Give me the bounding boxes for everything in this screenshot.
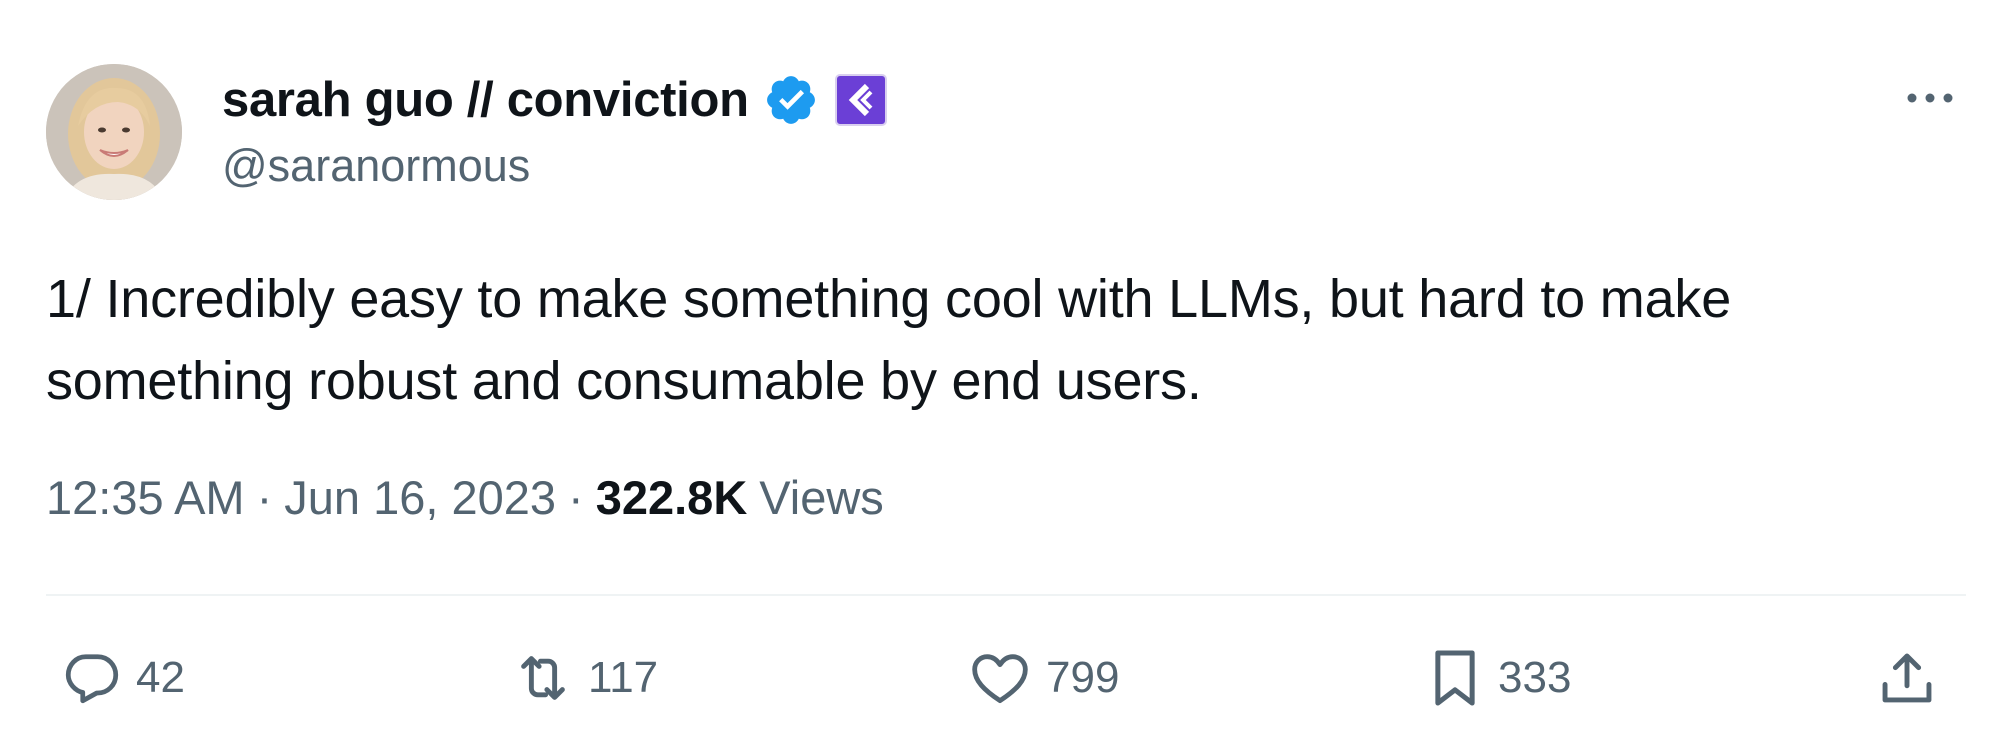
avatar[interactable] — [46, 64, 182, 200]
more-options-button[interactable] — [1900, 76, 1960, 120]
author-line: sarah guo // conviction — [222, 68, 887, 132]
retweet-count: 117 — [588, 653, 659, 702]
bookmark-button[interactable]: 333 — [1426, 628, 1571, 728]
avatar-image — [46, 64, 182, 200]
tweet-card: sarah guo // conviction @saranormous 1/ … — [0, 0, 2000, 745]
meta-separator: · — [568, 471, 584, 524]
tweet-time[interactable]: 12:35 AM — [46, 470, 245, 525]
like-button[interactable]: 799 — [968, 628, 1119, 728]
tweet-meta: 12:35 AM · Jun 16, 2023 · 322.8K Views — [46, 470, 884, 525]
author-handle[interactable]: @saranormous — [222, 140, 530, 192]
display-name[interactable]: sarah guo // conviction — [222, 72, 749, 128]
heart-icon — [972, 654, 1028, 704]
divider — [46, 594, 1966, 596]
reply-button[interactable]: 42 — [62, 628, 185, 728]
bookmark-icon — [1435, 650, 1475, 706]
retweet-button[interactable]: 117 — [512, 628, 658, 728]
retweet-icon — [521, 656, 565, 700]
share-button[interactable] — [1876, 628, 1938, 728]
views-label: Views — [759, 471, 884, 524]
action-bar: 42 117 799 333 — [0, 628, 2000, 728]
tweet-date[interactable]: Jun 16, 2023 — [284, 470, 556, 525]
affiliate-logo-icon[interactable] — [834, 74, 887, 126]
share-icon — [1882, 653, 1932, 703]
reply-count: 42 — [136, 653, 185, 702]
bookmark-count: 333 — [1498, 653, 1572, 702]
like-count: 799 — [1046, 653, 1120, 702]
views-count: 322.8K — [595, 471, 748, 524]
tweet-text: 1/ Incredibly easy to make something coo… — [46, 269, 1732, 411]
verified-badge-icon[interactable] — [763, 72, 819, 128]
meta-separator: · — [256, 471, 273, 524]
reply-icon — [65, 654, 119, 704]
more-horizontal-icon — [1907, 93, 1953, 103]
